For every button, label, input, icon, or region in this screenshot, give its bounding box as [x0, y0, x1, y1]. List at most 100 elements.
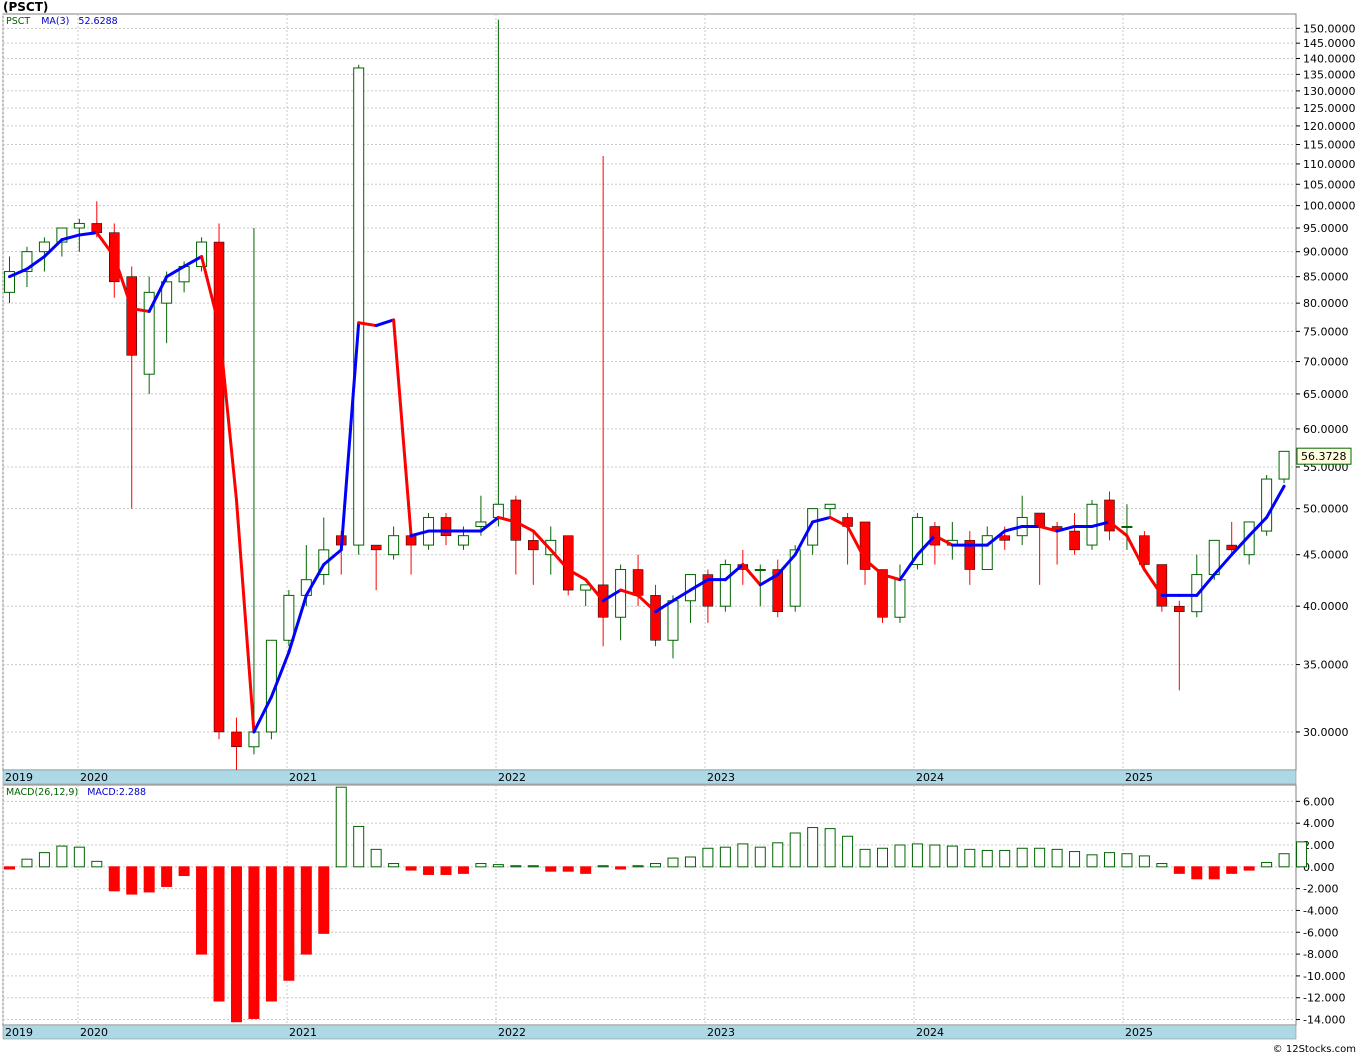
candle-body [388, 535, 400, 556]
candle [719, 559, 731, 612]
macd-bar [1173, 866, 1185, 874]
macd-bar [108, 866, 120, 892]
macd-bar [196, 866, 208, 955]
candle-body [562, 535, 574, 591]
x-tick-label: 2020 [80, 771, 108, 784]
macd-bar [527, 865, 539, 868]
candle-body [824, 503, 836, 510]
y-tick-label: 135.0000 [1303, 68, 1356, 81]
y-tick-label: 140.0000 [1303, 52, 1356, 65]
chart-root: 2019 2019 2020 2020 2021 2021 2022 2022 2023 2023… [0, 0, 1360, 1056]
macd-bar [1243, 866, 1255, 871]
candle-body [353, 67, 365, 546]
candle-body [632, 569, 644, 596]
macd-bar [667, 857, 679, 868]
macd-bar [772, 842, 784, 868]
candle-body [231, 731, 242, 748]
macd-x-tick-label: 2023 [707, 1026, 735, 1039]
price-timeline-band [2, 769, 1297, 785]
macd-bar [964, 848, 976, 868]
y-tick-label: 95.0000 [1303, 222, 1349, 235]
candle-body [283, 594, 295, 641]
x-tick-label: 2021 [289, 771, 317, 784]
y-tick-label: 110.0000 [1303, 158, 1356, 171]
macd-bar [1208, 866, 1220, 880]
candle-body [370, 544, 382, 551]
macd-timeline-band [2, 1024, 1297, 1040]
candle [1278, 450, 1290, 484]
y-tick-label: 105.0000 [1303, 178, 1356, 191]
candle-body [528, 540, 539, 551]
y-tick-label: 80.0000 [1303, 297, 1349, 310]
macd-bar [283, 866, 295, 981]
macd-bar [161, 866, 173, 887]
macd-bar [318, 866, 330, 934]
candle-body [894, 579, 906, 618]
y-tick-label: 85.0000 [1303, 271, 1349, 284]
macd-bar [265, 866, 277, 1002]
macd-bar [999, 849, 1011, 868]
macd-y-tick-label: -8.000 [1303, 948, 1338, 961]
candle-body [492, 503, 504, 518]
macd-bar [981, 849, 993, 868]
macd-bar [405, 866, 417, 871]
macd-bar [56, 845, 68, 868]
candle-body [248, 731, 260, 748]
macd-bar [807, 827, 819, 868]
macd-x-tick-label: 2025 [1125, 1026, 1153, 1039]
x-tick-label: 2023 [707, 771, 735, 784]
y-tick-label: 50.0000 [1303, 503, 1349, 516]
macd-x-tick-label: 2022 [498, 1026, 526, 1039]
last-price-label: 56.3728 [1301, 450, 1347, 463]
macd-bar [702, 847, 714, 868]
macd-bar [737, 843, 749, 868]
candle-body [1069, 530, 1080, 551]
macd-legend-indicator: MACD(26,12,9) [6, 787, 79, 798]
y-tick-label: 60.0000 [1303, 423, 1349, 436]
macd-x-tick-label: 2020 [80, 1026, 108, 1039]
candle-body [126, 276, 137, 356]
macd-bar [1051, 848, 1063, 868]
candle-body [457, 535, 469, 546]
y-tick-label: 45.0000 [1303, 549, 1349, 562]
macd-y-tick-label: -4.000 [1303, 904, 1338, 917]
macd-bar [38, 852, 50, 868]
macd-bar [946, 845, 958, 868]
macd-bar [370, 848, 382, 868]
macd-bar [1138, 855, 1150, 868]
macd-bar [1121, 853, 1133, 868]
macd-bar [650, 863, 662, 868]
candle-body [38, 241, 50, 253]
macd-bar [510, 865, 522, 868]
macd-bar [91, 860, 103, 868]
y-tick-label: 35.0000 [1303, 659, 1349, 672]
y-tick-label: 75.0000 [1303, 325, 1349, 338]
chart-title: (PSCT) [3, 0, 49, 14]
macd-bar [213, 866, 225, 1002]
candle-body [754, 569, 766, 572]
candle-body [475, 521, 487, 527]
macd-bar [178, 866, 190, 877]
macd-bar [684, 856, 696, 868]
candle-body [999, 535, 1010, 541]
macd-bar [562, 866, 574, 872]
macd-bar [1261, 861, 1273, 868]
macd-bar [1103, 852, 1115, 868]
y-tick-label: 130.0000 [1303, 85, 1356, 98]
macd-bar [1191, 866, 1203, 880]
macd-y-tick-label: 6.000 [1303, 795, 1335, 808]
candle-body [1034, 512, 1045, 527]
macd-y-tick-label: 4.000 [1303, 817, 1335, 830]
candle-body [667, 600, 679, 641]
macd-bar [73, 846, 85, 868]
macd-bar [335, 786, 347, 868]
macd-bar [632, 865, 644, 868]
candle-body [73, 222, 85, 229]
macd-bar [492, 864, 504, 868]
macd-bar [457, 866, 469, 874]
macd-bar [143, 866, 155, 893]
macd-bar [1016, 847, 1028, 868]
macd-bar [126, 866, 138, 895]
macd-bar [230, 866, 242, 1023]
candle-body [1156, 564, 1168, 607]
